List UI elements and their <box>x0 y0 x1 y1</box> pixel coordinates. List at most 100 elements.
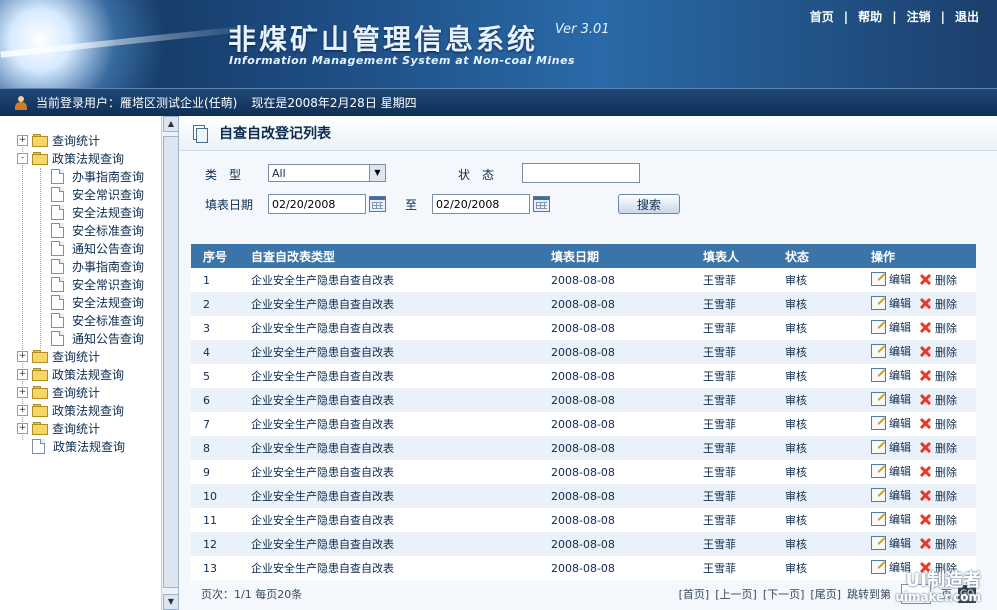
calendar-icon[interactable] <box>369 196 386 212</box>
scrollbar-thumb[interactable] <box>163 136 179 588</box>
sidebar-item[interactable]: + 查询统计 <box>17 419 100 437</box>
sidebar-item[interactable]: 安全法规查询 <box>51 293 144 311</box>
table-row: 8 企业安全生产隐患自查自改表 2008-08-08 王雪菲 审核 编辑 删除 <box>191 436 976 460</box>
col-header-no: 序号 <box>191 244 239 268</box>
edit-icon <box>871 296 886 310</box>
status-input[interactable] <box>522 163 640 183</box>
edit-button[interactable]: 编辑 <box>871 367 911 383</box>
edit-icon <box>871 464 886 478</box>
sidebar-item[interactable]: + 政策法规查询 <box>17 401 124 419</box>
delete-button[interactable]: 删除 <box>919 536 957 552</box>
pagination: 页次：1/1 每页20条 [首页] [上一页] [下一页] [尾页] 跳转到第 … <box>191 580 976 608</box>
row-date: 2008-08-08 <box>539 532 691 556</box>
sidebar-item[interactable]: 安全常识查询 <box>51 275 144 293</box>
sidebar-item[interactable]: - 政策法规查询 <box>17 149 124 167</box>
row-date: 2008-08-08 <box>539 364 691 388</box>
calendar-icon[interactable] <box>533 196 550 212</box>
delete-icon <box>919 489 932 502</box>
nav-home-link[interactable]: 首页 <box>810 8 834 25</box>
nav-exit-link[interactable]: 退出 <box>955 8 979 25</box>
delete-button[interactable]: 删除 <box>919 272 957 288</box>
prev-page-link[interactable]: [上一页] <box>715 586 757 602</box>
delete-button[interactable]: 删除 <box>919 488 957 504</box>
row-actions: 编辑 删除 <box>859 388 976 412</box>
expand-icon[interactable]: + <box>17 368 28 380</box>
edit-button[interactable]: 编辑 <box>871 319 911 335</box>
sidebar-scrollbar[interactable]: ▲ ▼ <box>161 116 179 610</box>
sidebar-item[interactable]: 安全常识查询 <box>51 185 144 203</box>
collapse-icon[interactable]: - <box>17 152 28 164</box>
delete-button[interactable]: 删除 <box>919 368 957 384</box>
sidebar-item[interactable]: 通知公告查询 <box>51 329 144 347</box>
delete-button[interactable]: 删除 <box>919 440 957 456</box>
last-page-link[interactable]: [尾页] <box>810 586 841 602</box>
edit-icon <box>871 488 886 502</box>
document-icon <box>51 258 64 274</box>
edit-label: 编辑 <box>889 441 911 454</box>
edit-button[interactable]: 编辑 <box>871 511 911 527</box>
nav-separator: | <box>892 9 897 24</box>
expand-icon[interactable]: + <box>17 404 28 416</box>
edit-button[interactable]: 编辑 <box>871 535 911 551</box>
sidebar-item[interactable]: 办事指南查询 <box>51 257 144 275</box>
row-status: 审核 <box>773 388 859 412</box>
edit-label: 编辑 <box>889 297 911 310</box>
record-table: 序号 自查自改表类型 填表日期 填表人 状态 操作 1 企业安全生产隐患自查自改表… <box>191 244 976 580</box>
nav-logout-link[interactable]: 注销 <box>907 8 931 25</box>
col-header-status: 状态 <box>773 244 859 268</box>
first-page-link[interactable]: [首页] <box>679 586 710 602</box>
edit-label: 编辑 <box>889 321 911 334</box>
sidebar-item-label: 办事指南查询 <box>72 259 145 274</box>
sidebar-item[interactable]: + 查询统计 <box>17 347 100 365</box>
expand-icon[interactable]: + <box>17 386 28 398</box>
jump-label: 跳转到第 <box>847 588 891 601</box>
edit-button[interactable]: 编辑 <box>871 391 911 407</box>
edit-button[interactable]: 编辑 <box>871 343 911 359</box>
expand-icon[interactable]: + <box>17 422 28 434</box>
nav-help-link[interactable]: 帮助 <box>858 8 882 25</box>
edit-button[interactable]: 编辑 <box>871 415 911 431</box>
scroll-up-arrow-icon[interactable]: ▲ <box>163 116 179 132</box>
delete-button[interactable]: 删除 <box>919 296 957 312</box>
edit-button[interactable]: 编辑 <box>871 295 911 311</box>
sidebar-item[interactable]: 办事指南查询 <box>51 167 144 185</box>
edit-button[interactable]: 编辑 <box>871 487 911 503</box>
delete-button[interactable]: 删除 <box>919 416 957 432</box>
date-to-input[interactable] <box>432 194 530 214</box>
edit-button[interactable]: 编辑 <box>871 463 911 479</box>
sidebar-item-label: 查询统计 <box>52 349 101 364</box>
row-number: 10 <box>191 484 239 508</box>
delete-button[interactable]: 删除 <box>919 392 957 408</box>
expand-icon[interactable]: + <box>17 350 28 362</box>
next-page-link[interactable]: [下一页] <box>763 586 805 602</box>
sidebar-item[interactable]: + 查询统计 <box>17 383 100 401</box>
type-select[interactable]: All ▼ <box>268 164 386 182</box>
sidebar-item[interactable]: 安全标准查询 <box>51 221 144 239</box>
row-person: 王雪菲 <box>691 388 773 412</box>
chevron-down-icon[interactable]: ▼ <box>369 165 385 181</box>
page-header: 自查自改登记列表 <box>179 116 997 151</box>
sidebar-item[interactable]: 安全标准查询 <box>51 311 144 329</box>
sidebar-item[interactable]: + 政策法规查询 <box>17 365 124 383</box>
search-button[interactable]: 搜索 <box>618 194 680 214</box>
nav-separator: | <box>940 9 945 24</box>
sidebar-item[interactable]: 政策法规查询 <box>32 437 125 455</box>
sidebar-item[interactable]: 通知公告查询 <box>51 239 144 257</box>
sidebar-item[interactable]: + 查询统计 <box>17 131 100 149</box>
delete-button[interactable]: 删除 <box>919 344 957 360</box>
user-info-bar: 当前登录用户：雁塔区测试企业(任萌) 现在是2008年2月28日 星期四 <box>0 88 997 116</box>
scroll-down-arrow-icon[interactable]: ▼ <box>163 594 179 610</box>
sidebar-item[interactable]: 安全法规查询 <box>51 203 144 221</box>
expand-icon[interactable]: + <box>17 134 28 146</box>
folder-icon <box>32 350 48 363</box>
folder-icon <box>32 422 48 435</box>
sidebar-item-label: 政策法规查询 <box>52 403 125 418</box>
delete-icon <box>919 321 932 334</box>
delete-button[interactable]: 删除 <box>919 512 957 528</box>
row-date: 2008-08-08 <box>539 484 691 508</box>
delete-button[interactable]: 删除 <box>919 320 957 336</box>
edit-button[interactable]: 编辑 <box>871 439 911 455</box>
date-from-input[interactable] <box>268 194 366 214</box>
edit-button[interactable]: 编辑 <box>871 271 911 287</box>
delete-button[interactable]: 删除 <box>919 464 957 480</box>
